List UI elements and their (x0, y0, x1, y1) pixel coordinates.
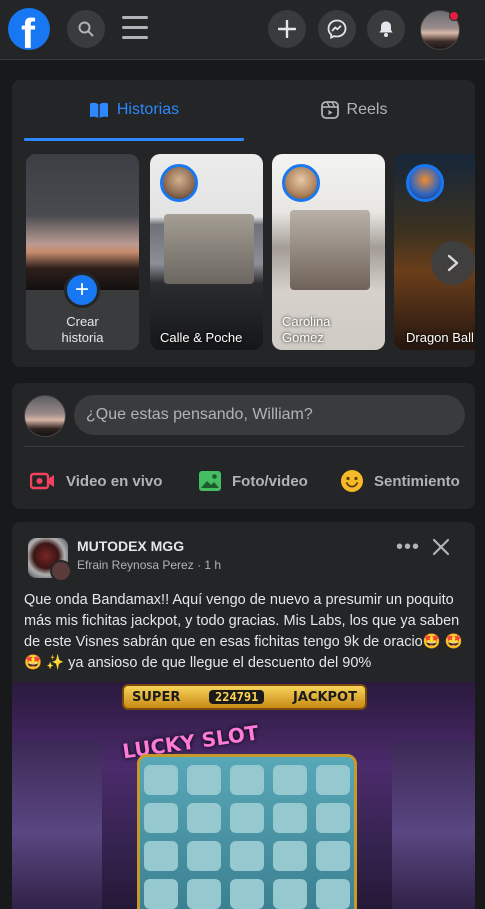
jackpot-amount: 224791 (209, 690, 265, 704)
story-card-carolina-gomez[interactable]: Carolina Gomez (272, 154, 385, 350)
live-video-label: Video en vivo (66, 472, 163, 490)
create-story-label: Crear historia (61, 314, 104, 345)
slot-machine-left (12, 742, 102, 909)
story-billboard (164, 214, 254, 284)
tab-reels[interactable]: Reels (244, 80, 464, 140)
facebook-logo[interactable]: f (8, 8, 50, 50)
notification-badge (449, 11, 459, 21)
slot-reels-grid (137, 754, 357, 909)
menu-icon[interactable] (122, 16, 148, 40)
tab-historias[interactable]: Historias (24, 80, 244, 140)
composer-avatar[interactable] (24, 395, 66, 437)
messenger-icon (327, 19, 347, 39)
story-label: Dragon Ball (406, 330, 474, 345)
add-story-plus-icon[interactable]: + (64, 272, 100, 308)
create-story-card[interactable]: + Crear historia (26, 154, 139, 350)
story-poster (290, 210, 370, 290)
story-label: Calle & Poche (160, 330, 243, 345)
composer-card: ¿Que estas pensando, William? Video en v… (12, 383, 475, 509)
photo-icon (199, 471, 221, 491)
post-text: Que onda Bandamax!! Aquí vengo de nuevo … (24, 592, 463, 671)
photo-video-button[interactable]: Foto/video (198, 463, 308, 499)
notifications-button[interactable] (367, 10, 405, 48)
book-icon (89, 102, 108, 118)
author-avatar[interactable] (50, 560, 72, 582)
create-button[interactable] (268, 10, 306, 48)
stories-card: Historias Reels + Crear historia Calle &… (12, 80, 475, 367)
stories-next-button[interactable] (431, 241, 475, 285)
post-separator: · (197, 558, 202, 572)
search-button[interactable] (67, 10, 105, 48)
post-meta: Efrain Reynosa Perez · 1 h (77, 558, 221, 572)
jackpot-banner: SUPER 224791 JACKPOT (122, 684, 367, 710)
composer-divider (24, 446, 465, 447)
active-tab-indicator (24, 138, 244, 141)
close-icon (432, 538, 450, 556)
create-story-photo (26, 154, 139, 290)
live-video-button[interactable]: Video en vivo (30, 463, 162, 499)
post-author[interactable]: Efrain Reynosa Perez (77, 558, 194, 572)
top-bar: f (0, 0, 485, 60)
story-avatar (406, 164, 444, 202)
live-video-icon (30, 472, 54, 490)
jackpot-banner-left: SUPER (132, 689, 181, 705)
story-avatar (282, 164, 320, 202)
slot-machine-right (392, 742, 475, 909)
feeling-icon (341, 470, 363, 492)
photo-video-label: Foto/video (232, 472, 308, 490)
post-time[interactable]: 1 h (204, 558, 221, 572)
plus-icon (278, 20, 296, 38)
search-icon (78, 21, 94, 37)
more-options-icon[interactable]: ••• (396, 536, 420, 559)
feeling-button[interactable]: Sentimiento (340, 463, 460, 499)
post-card: MUTODEX MGG Efrain Reynosa Perez · 1 h •… (12, 522, 475, 909)
story-card-calle-poche[interactable]: Calle & Poche (150, 154, 263, 350)
chevron-right-icon (447, 254, 459, 272)
story-avatar (160, 164, 198, 202)
tab-historias-label: Historias (116, 101, 180, 118)
tab-reels-label: Reels (346, 101, 388, 118)
reels-icon (320, 101, 339, 119)
composer-input[interactable]: ¿Que estas pensando, William? (74, 395, 465, 435)
story-label: Carolina Gomez (282, 314, 331, 345)
feeling-label: Sentimiento (374, 472, 460, 490)
post-image[interactable]: SUPER 224791 JACKPOT LUCKY SLOT (12, 682, 475, 909)
facebook-logo-letter: f (21, 10, 35, 50)
jackpot-banner-right: JACKPOT (293, 689, 357, 705)
messenger-button[interactable] (318, 10, 356, 48)
close-post-button[interactable] (430, 536, 452, 558)
bell-icon (379, 21, 393, 37)
post-group-name[interactable]: MUTODEX MGG (77, 538, 184, 554)
